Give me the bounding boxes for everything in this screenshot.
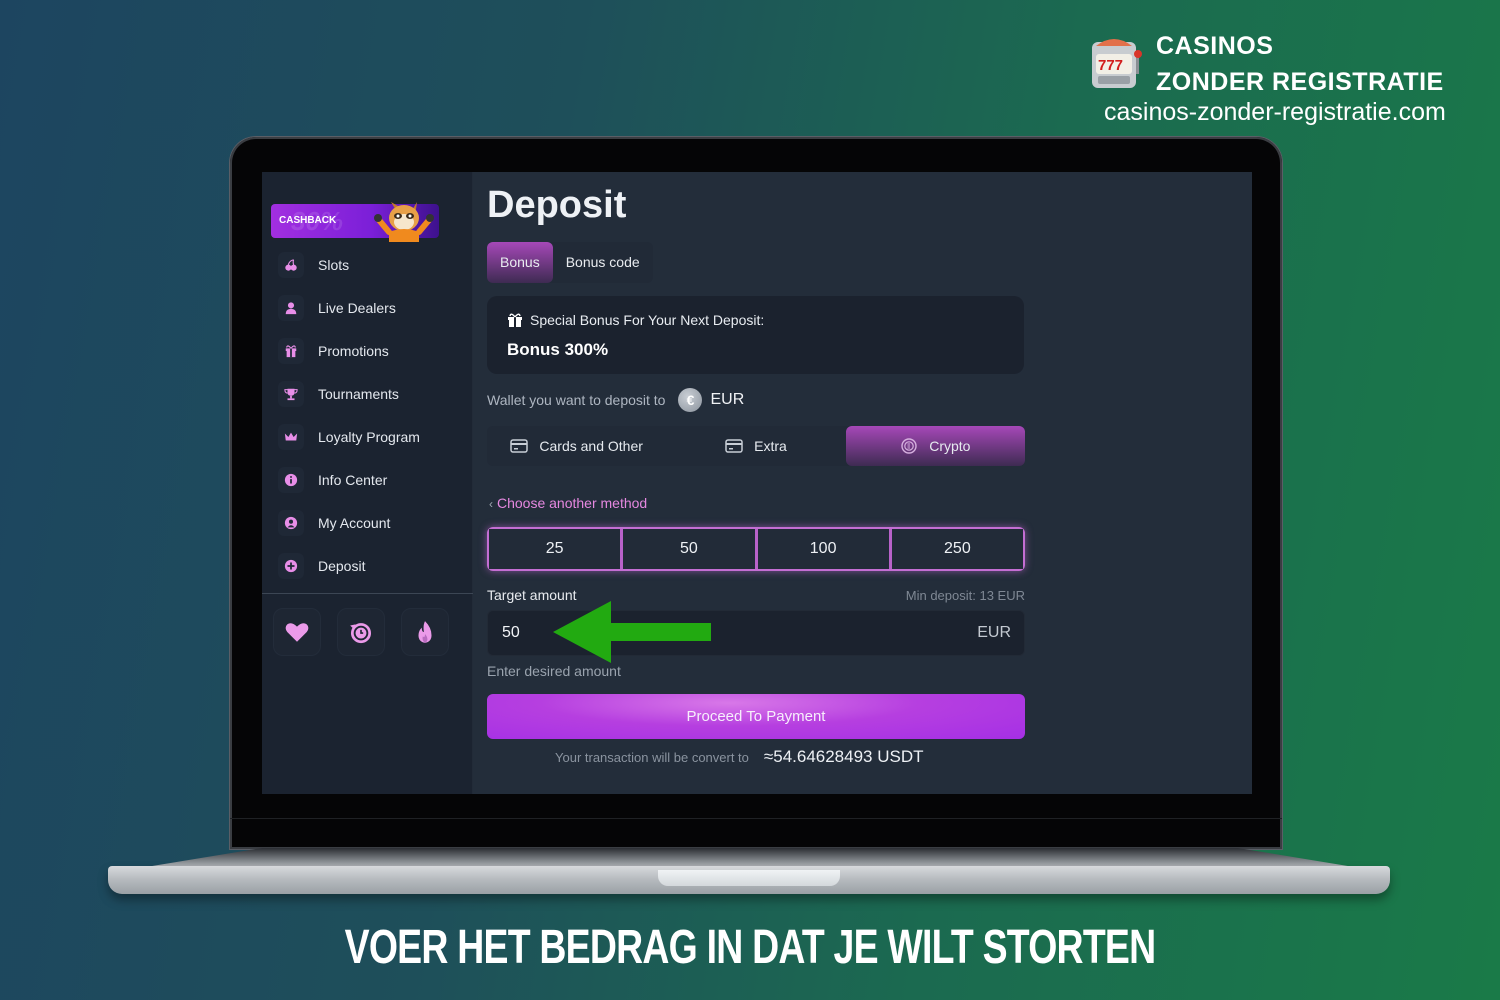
favorites-button[interactable] xyxy=(273,608,321,656)
sidebar-item-live-dealers[interactable]: Live Dealers xyxy=(272,286,467,329)
page-title: Deposit xyxy=(487,184,627,226)
card-icon xyxy=(510,439,529,453)
svg-text:777: 777 xyxy=(1098,57,1123,74)
brand-url: casinos-zonder-registratie.com xyxy=(1104,98,1446,126)
hot-games-button[interactable] xyxy=(401,608,449,656)
payment-method-tabs: Cards and Other Extra Crypto xyxy=(487,426,1025,466)
proceed-to-payment-button[interactable]: Proceed To Payment xyxy=(487,694,1025,739)
laptop-notch xyxy=(658,870,840,886)
deposit-panel: Deposit Bonus Bonus code Special Bonus F… xyxy=(487,172,1027,794)
bonus-value: Bonus 300% xyxy=(507,340,609,359)
plus-circle-icon xyxy=(278,552,304,579)
promo-label: CASHBACK xyxy=(279,215,337,226)
sidebar-item-promotions[interactable]: Promotions xyxy=(272,329,467,372)
sidebar-item-loyalty-program[interactable]: Loyalty Program xyxy=(272,415,467,458)
euro-coin-icon: € xyxy=(678,388,703,412)
green-arrow-annotation-icon xyxy=(553,601,711,663)
preset-amount-button[interactable]: 50 xyxy=(623,529,758,569)
crown-icon xyxy=(278,423,304,450)
tab-bonus[interactable]: Bonus xyxy=(487,242,553,283)
amount-input-value: 50 xyxy=(502,624,520,641)
sidebar-item-label: Info Center xyxy=(318,471,388,488)
chevron-left-icon: ‹ xyxy=(489,497,493,511)
sidebar-item-deposit[interactable]: Deposit xyxy=(272,544,467,587)
cherries-icon xyxy=(278,251,304,278)
gift-icon xyxy=(278,337,304,364)
laptop-screen: 30% CASHBACK Slots Live Dealers Promotio… xyxy=(262,172,1252,794)
amount-currency: EUR xyxy=(977,624,1011,641)
person-icon xyxy=(278,294,304,321)
method-cards-and-other[interactable]: Cards and Other xyxy=(487,426,666,466)
conversion-label: Your transaction will be convert to xyxy=(555,750,749,765)
brand-title-line2: ZONDER REGISTRATIE xyxy=(1156,68,1444,96)
crypto-coin-icon xyxy=(901,438,917,454)
sidebar-item-label: My Account xyxy=(318,514,391,531)
method-label: Extra xyxy=(754,438,787,454)
preset-amount-button[interactable]: 250 xyxy=(891,529,1023,569)
method-label: Crypto xyxy=(929,438,971,454)
sidebar-nav: Slots Live Dealers Promotions Tournament… xyxy=(272,243,467,587)
sidebar-item-label: Promotions xyxy=(318,342,389,359)
sidebar-item-my-account[interactable]: My Account xyxy=(272,501,467,544)
sidebar-item-label: Loyalty Program xyxy=(318,428,420,445)
slot-machine-icon: 777 xyxy=(1092,39,1142,88)
sidebar-item-label: Live Dealers xyxy=(318,299,396,316)
wallet-label: Wallet you want to deposit to xyxy=(487,392,666,408)
heart-icon xyxy=(285,623,309,642)
caption: VOER HET BEDRAG IN DAT JE WILT STORTEN xyxy=(344,921,1156,974)
amount-presets: 25 50 100 250 xyxy=(487,527,1025,571)
tab-bonus-code[interactable]: Bonus code xyxy=(553,242,653,283)
sidebar-item-label: Slots xyxy=(318,256,350,273)
preset-amount-button[interactable]: 25 xyxy=(489,529,624,569)
min-deposit-text: Min deposit: 13 EUR xyxy=(905,588,1025,603)
back-link-label: Choose another method xyxy=(497,495,648,511)
brand-title-line1: CASINOS xyxy=(1156,32,1274,60)
account-icon xyxy=(278,509,304,536)
info-icon xyxy=(278,466,304,493)
choose-another-method-link[interactable]: ‹ Choose another method xyxy=(489,495,647,511)
sidebar-divider xyxy=(262,593,473,594)
fire-icon xyxy=(418,621,432,643)
method-label: Cards and Other xyxy=(539,438,643,454)
bonus-card: Special Bonus For Your Next Deposit: Bon… xyxy=(487,296,1024,374)
history-button[interactable] xyxy=(337,608,385,656)
bonus-heading-text: Special Bonus For Your Next Deposit: xyxy=(530,312,765,328)
amount-hint: Enter desired amount xyxy=(487,663,621,679)
bonus-heading: Special Bonus For Your Next Deposit: xyxy=(507,312,764,328)
sidebar-item-tournaments[interactable]: Tournaments xyxy=(272,372,467,415)
gift-icon xyxy=(508,313,522,327)
brand-title: CASINOS ZONDER REGISTRATIE xyxy=(1156,28,1444,100)
wallet-currency: EUR xyxy=(710,391,745,408)
history-icon xyxy=(350,623,372,644)
laptop-keyboard-deck xyxy=(140,848,1360,868)
brand-header: 777 CASINOS ZONDER REGISTRATIE casinos-z… xyxy=(1088,28,1480,128)
amount-input[interactable]: 50 EUR xyxy=(487,601,1025,663)
sidebar-item-label: Deposit xyxy=(318,557,366,574)
preset-amount-button[interactable]: 100 xyxy=(757,529,892,569)
sidebar-item-info-center[interactable]: Info Center xyxy=(272,458,467,501)
sidebar-item-label: Tournaments xyxy=(318,385,399,402)
conversion-value: ≈54.64628493 USDT xyxy=(763,747,924,766)
wallet-selector[interactable]: Wallet you want to deposit to € EUR xyxy=(487,388,744,412)
card-icon xyxy=(725,439,743,453)
sidebar-item-slots[interactable]: Slots xyxy=(272,243,467,286)
raccoon-mascot-icon xyxy=(374,202,434,242)
conversion-info: Your transaction will be convert to ≈54.… xyxy=(555,747,924,767)
deposit-tabs: Bonus Bonus code xyxy=(487,242,653,283)
sidebar: 30% CASHBACK Slots Live Dealers Promotio… xyxy=(262,172,473,794)
cashback-promo-banner[interactable]: 30% CASHBACK xyxy=(271,202,439,242)
quick-actions xyxy=(273,608,449,656)
method-crypto[interactable]: Crypto xyxy=(845,426,1025,466)
trophy-icon xyxy=(278,380,304,407)
method-extra[interactable]: Extra xyxy=(666,426,845,466)
